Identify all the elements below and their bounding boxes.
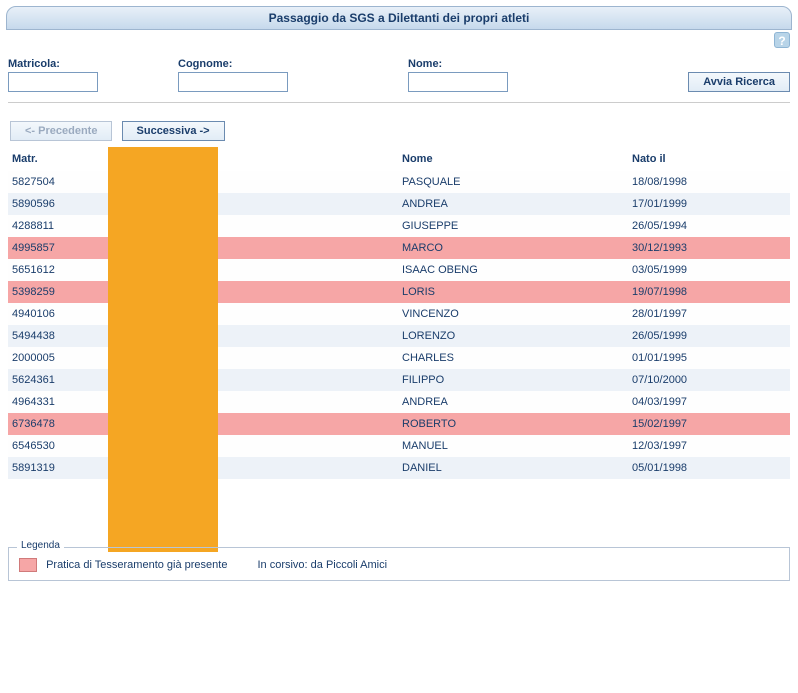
cell-nato: 17/01/1999 bbox=[628, 193, 790, 215]
cell-nome: VINCENZO bbox=[398, 303, 628, 325]
cell-nome: LORIS bbox=[398, 281, 628, 303]
cell-matr: 4288811 bbox=[8, 215, 108, 237]
page-title: Passaggio da SGS a Dilettanti dei propri… bbox=[269, 11, 530, 25]
cognome-label: Cognome: bbox=[178, 58, 408, 70]
prev-page-button: <- Precedente bbox=[10, 121, 112, 141]
cell-matr: 5651612 bbox=[8, 259, 108, 281]
cell-nato: 28/01/1997 bbox=[628, 303, 790, 325]
legend-item-present: Pratica di Tesseramento già presente bbox=[19, 558, 227, 572]
page-title-bar: Passaggio da SGS a Dilettanti dei propri… bbox=[6, 6, 792, 30]
cell-nato: 30/12/1993 bbox=[628, 237, 790, 259]
cell-matr: 4940106 bbox=[8, 303, 108, 325]
cell-nome: CHARLES bbox=[398, 347, 628, 369]
cell-nome: LORENZO bbox=[398, 325, 628, 347]
cell-nato: 07/10/2000 bbox=[628, 369, 790, 391]
cell-matr: 6546530 bbox=[8, 435, 108, 457]
cell-nome: ISAAC OBENG bbox=[398, 259, 628, 281]
cell-nato: 26/05/1994 bbox=[628, 215, 790, 237]
cell-matr: 5891319 bbox=[8, 457, 108, 479]
legend-swatch-icon bbox=[19, 558, 37, 572]
cell-matr: 4995857 bbox=[8, 237, 108, 259]
cell-matr: 5624361 bbox=[8, 369, 108, 391]
cell-nato: 12/03/1997 bbox=[628, 435, 790, 457]
cell-nato: 03/05/1999 bbox=[628, 259, 790, 281]
cell-matr: 5494438 bbox=[8, 325, 108, 347]
cell-nato: 19/07/1998 bbox=[628, 281, 790, 303]
cell-nome: ANDREA bbox=[398, 391, 628, 413]
cognome-input[interactable] bbox=[178, 72, 288, 92]
legend-box: Legenda Pratica di Tesseramento già pres… bbox=[8, 547, 790, 581]
cell-nato: 15/02/1997 bbox=[628, 413, 790, 435]
search-form: Matricola: Cognome: Nome: Avvia Ricerca bbox=[8, 38, 790, 103]
cell-nato: 05/01/1998 bbox=[628, 457, 790, 479]
nome-input[interactable] bbox=[408, 72, 508, 92]
legend-title: Legenda bbox=[17, 540, 64, 551]
next-page-button[interactable]: Successiva -> bbox=[122, 121, 225, 141]
cell-nato: 26/05/1999 bbox=[628, 325, 790, 347]
cell-matr: 5398259 bbox=[8, 281, 108, 303]
redaction-overlay bbox=[108, 147, 218, 552]
search-button[interactable]: Avvia Ricerca bbox=[688, 72, 790, 92]
cell-nome: ROBERTO bbox=[398, 413, 628, 435]
pager: <- Precedente Successiva -> bbox=[10, 121, 790, 141]
nome-label: Nome: bbox=[408, 58, 598, 70]
legend-item-corsivo: In corsivo: da Piccoli Amici bbox=[257, 559, 387, 571]
help-icon[interactable]: ? bbox=[774, 32, 790, 48]
cell-nome: GIUSEPPE bbox=[398, 215, 628, 237]
matricola-input[interactable] bbox=[8, 72, 98, 92]
cell-nome: FILIPPO bbox=[398, 369, 628, 391]
cell-matr: 4964331 bbox=[8, 391, 108, 413]
cell-matr: 6736478 bbox=[8, 413, 108, 435]
col-header-nato: Nato il bbox=[628, 147, 790, 171]
cell-nome: DANIEL bbox=[398, 457, 628, 479]
cell-nome: MARCO bbox=[398, 237, 628, 259]
col-header-matr: Matr. bbox=[8, 147, 108, 171]
matricola-label: Matricola: bbox=[8, 58, 178, 70]
cell-matr: 5827504 bbox=[8, 171, 108, 193]
cell-nato: 01/01/1995 bbox=[628, 347, 790, 369]
cell-nato: 04/03/1997 bbox=[628, 391, 790, 413]
cell-nato: 18/08/1998 bbox=[628, 171, 790, 193]
cell-matr: 2000005 bbox=[8, 347, 108, 369]
col-header-nome: Nome bbox=[398, 147, 628, 171]
cell-matr: 5890596 bbox=[8, 193, 108, 215]
cell-nome: PASQUALE bbox=[398, 171, 628, 193]
cell-nome: MANUEL bbox=[398, 435, 628, 457]
cell-nome: ANDREA bbox=[398, 193, 628, 215]
results-grid: Matr. Nome Nato il 5827504 PASQUALE18/08/… bbox=[8, 147, 790, 479]
